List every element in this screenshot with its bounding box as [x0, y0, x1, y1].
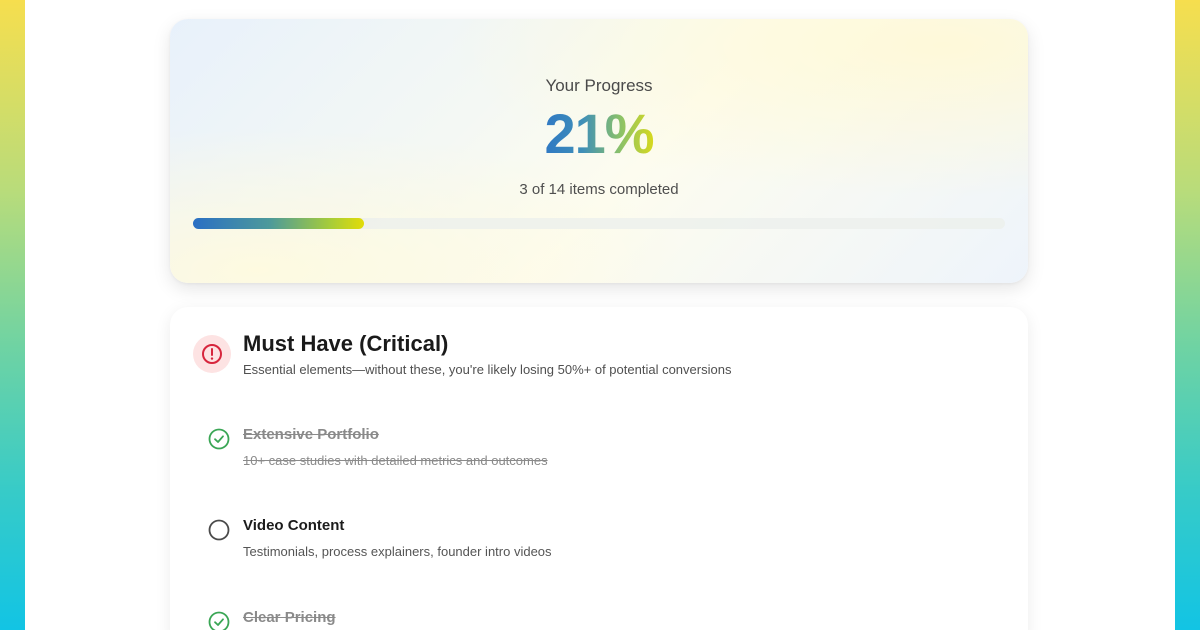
- section-description: Essential elements—without these, you're…: [243, 362, 732, 377]
- check-circle-icon[interactable]: [208, 611, 230, 630]
- progress-bar: [193, 218, 1005, 229]
- progress-card: Your Progress 21% 3 of 14 items complete…: [170, 19, 1028, 283]
- progress-bar-fill: [193, 218, 364, 229]
- progress-label: Your Progress: [545, 76, 653, 95]
- checklist-item-title: Clear Pricing: [243, 609, 336, 626]
- check-circle-icon[interactable]: [208, 428, 230, 450]
- checklist-item-title: Extensive Portfolio: [243, 426, 379, 443]
- checklist-item-description: Testimonials, process explainers, founde…: [243, 544, 552, 559]
- page-surface: Your Progress 21% 3 of 14 items complete…: [25, 0, 1175, 630]
- progress-percent-value: 21%: [544, 102, 654, 165]
- progress-percent: 21%: [170, 101, 1028, 166]
- progress-summary: 3 of 14 items completed: [519, 181, 679, 198]
- checklist-item-description: 10+ case studies with detailed metrics a…: [243, 453, 548, 468]
- checklist-item-title: Video Content: [243, 517, 345, 534]
- section-title: Must Have (Critical): [243, 331, 449, 356]
- empty-circle-icon[interactable]: [208, 519, 230, 541]
- section-card-must-have: Must Have (Critical) Essential elements—…: [170, 307, 1028, 630]
- alert-circle-icon: [193, 335, 231, 373]
